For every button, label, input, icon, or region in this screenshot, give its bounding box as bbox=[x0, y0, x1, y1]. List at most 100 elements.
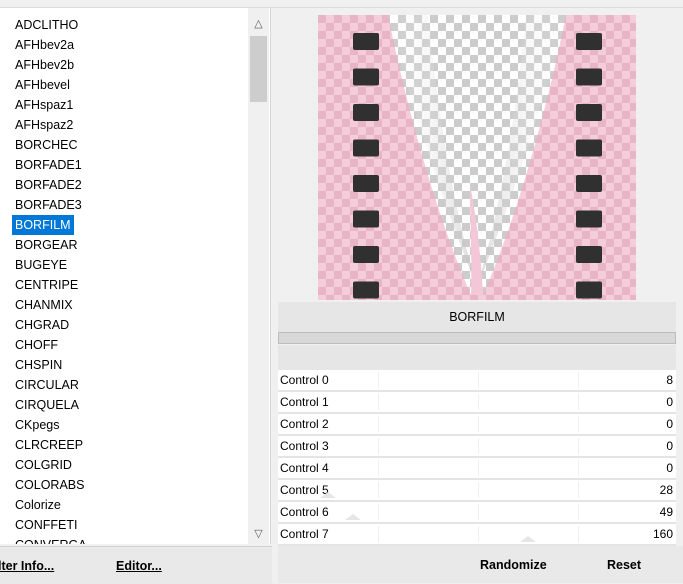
control-value[interactable]: 0 bbox=[666, 436, 673, 456]
slider-caret bbox=[345, 514, 361, 520]
row-divider bbox=[478, 504, 479, 520]
row-divider bbox=[578, 460, 579, 476]
row-divider bbox=[378, 504, 379, 520]
row-divider bbox=[378, 372, 379, 388]
row-divider bbox=[378, 460, 379, 476]
control-value[interactable]: 0 bbox=[666, 414, 673, 434]
preview-image bbox=[318, 15, 636, 300]
filter-list-item[interactable]: BUGEYE bbox=[12, 255, 70, 275]
control-row[interactable]: Control 3 0 bbox=[278, 436, 676, 458]
row-divider bbox=[578, 416, 579, 432]
film-hole-right bbox=[576, 246, 602, 263]
bottom-toolbar-right: Randomize Reset bbox=[278, 546, 683, 583]
filter-list-item[interactable]: AFHbev2a bbox=[12, 35, 77, 55]
control-label: Control 6 bbox=[280, 505, 329, 519]
chevron-up-icon[interactable]: △ bbox=[248, 14, 269, 34]
filter-list-item[interactable]: AFHbev2b bbox=[12, 55, 77, 75]
control-row[interactable]: Control 0 8 bbox=[278, 370, 676, 392]
film-hole-right bbox=[576, 104, 602, 121]
film-hole-left bbox=[353, 68, 379, 86]
control-row[interactable]: Control 5 28 bbox=[278, 480, 676, 502]
filter-list-item[interactable]: Colorize bbox=[12, 495, 64, 515]
editor-button[interactable]: Editor... bbox=[116, 559, 162, 573]
filter-list-item[interactable]: BORFADE3 bbox=[12, 195, 85, 215]
film-hole-right bbox=[576, 139, 602, 157]
filter-list-item[interactable]: BORFILM bbox=[12, 215, 74, 235]
row-divider bbox=[478, 526, 479, 542]
control-row[interactable]: Control 7 160 bbox=[278, 524, 676, 546]
control-row[interactable]: Control 6 49 bbox=[278, 502, 676, 524]
filter-list-item[interactable]: AFHspaz1 bbox=[12, 95, 76, 115]
control-value[interactable]: 0 bbox=[666, 458, 673, 478]
filter-list-item[interactable]: CHANMIX bbox=[12, 295, 76, 315]
film-hole-right bbox=[576, 33, 602, 50]
filter-list-item[interactable]: BORCHEC bbox=[12, 135, 81, 155]
randomize-button[interactable]: Randomize bbox=[480, 558, 547, 572]
filter-list-item[interactable]: COLGRID bbox=[12, 455, 75, 475]
filter-list-item[interactable]: BORFADE1 bbox=[12, 155, 85, 175]
row-divider bbox=[478, 482, 479, 498]
chevron-down-icon[interactable]: ▽ bbox=[248, 524, 269, 544]
film-hole-right bbox=[576, 175, 602, 192]
film-hole-left bbox=[353, 175, 379, 192]
slider-caret bbox=[320, 492, 336, 498]
film-hole-left bbox=[353, 246, 379, 263]
film-hole-left bbox=[353, 104, 379, 121]
film-hole-left bbox=[353, 210, 379, 228]
control-value[interactable]: 0 bbox=[666, 392, 673, 412]
top-border bbox=[0, 0, 683, 8]
filter-list-item[interactable]: CIRCULAR bbox=[12, 375, 82, 395]
filter-list[interactable]: ADCLITHO AFHbev2a AFHbev2b AFHbevel AFHspaz1… bbox=[0, 8, 271, 544]
row-divider bbox=[578, 438, 579, 454]
control-label: Control 2 bbox=[280, 417, 329, 431]
filter-list-item[interactable]: CHGRAD bbox=[12, 315, 72, 335]
film-hole-right bbox=[576, 281, 602, 299]
control-row[interactable]: Control 4 0 bbox=[278, 458, 676, 480]
filter-list-item[interactable]: AFHbevel bbox=[12, 75, 73, 95]
row-divider bbox=[478, 372, 479, 388]
row-divider bbox=[578, 482, 579, 498]
control-row[interactable]: Control 1 0 bbox=[278, 392, 676, 414]
film-hole-left bbox=[353, 33, 379, 50]
row-divider bbox=[378, 482, 379, 498]
control-value[interactable]: 8 bbox=[666, 370, 673, 390]
filter-info-button[interactable]: lter Info... bbox=[0, 559, 54, 573]
filter-list-item[interactable]: CIRQUELA bbox=[12, 395, 82, 415]
slider-caret bbox=[520, 536, 536, 542]
scrollbar-thumb[interactable] bbox=[250, 36, 267, 102]
row-divider bbox=[578, 394, 579, 410]
row-divider bbox=[378, 526, 379, 542]
filter-list-item[interactable]: CONFFETI bbox=[12, 515, 81, 535]
filter-list-item[interactable]: CLRCREEP bbox=[12, 435, 86, 455]
filter-list-item[interactable]: CHSPIN bbox=[12, 355, 65, 375]
control-slider[interactable] bbox=[278, 332, 676, 344]
filter-list-item[interactable]: CENTRIPE bbox=[12, 275, 81, 295]
film-hole-right bbox=[576, 210, 602, 228]
row-divider bbox=[478, 438, 479, 454]
control-value[interactable]: 160 bbox=[653, 524, 673, 544]
row-divider bbox=[578, 526, 579, 542]
filter-list-scrollbar[interactable]: △ ▽ bbox=[248, 8, 269, 544]
control-label: Control 0 bbox=[280, 373, 329, 387]
row-divider bbox=[478, 394, 479, 410]
control-row[interactable]: Control 2 0 bbox=[278, 414, 676, 436]
filter-list-item[interactable]: CKpegs bbox=[12, 415, 62, 435]
filter-list-item[interactable]: COLORABS bbox=[12, 475, 87, 495]
reset-button[interactable]: Reset bbox=[607, 558, 641, 572]
filter-list-item[interactable]: BORFADE2 bbox=[12, 175, 85, 195]
filter-list-item[interactable]: AFHspaz2 bbox=[12, 115, 76, 135]
bottom-toolbar-left: lter Info... Editor... bbox=[0, 546, 272, 584]
filter-list-item[interactable]: ADCLITHO bbox=[12, 15, 81, 35]
row-divider bbox=[378, 394, 379, 410]
row-divider bbox=[578, 504, 579, 520]
film-hole-left bbox=[353, 139, 379, 157]
control-label: Control 4 bbox=[280, 461, 329, 475]
control-value[interactable]: 49 bbox=[660, 502, 673, 522]
row-divider bbox=[578, 372, 579, 388]
filter-list-item[interactable]: BORGEAR bbox=[12, 235, 81, 255]
control-label: Control 1 bbox=[280, 395, 329, 409]
control-value[interactable]: 28 bbox=[660, 480, 673, 500]
row-divider bbox=[378, 438, 379, 454]
filter-list-item[interactable]: CHOFF bbox=[12, 335, 61, 355]
filter-list-item[interactable]: CONVERGA bbox=[12, 535, 90, 544]
